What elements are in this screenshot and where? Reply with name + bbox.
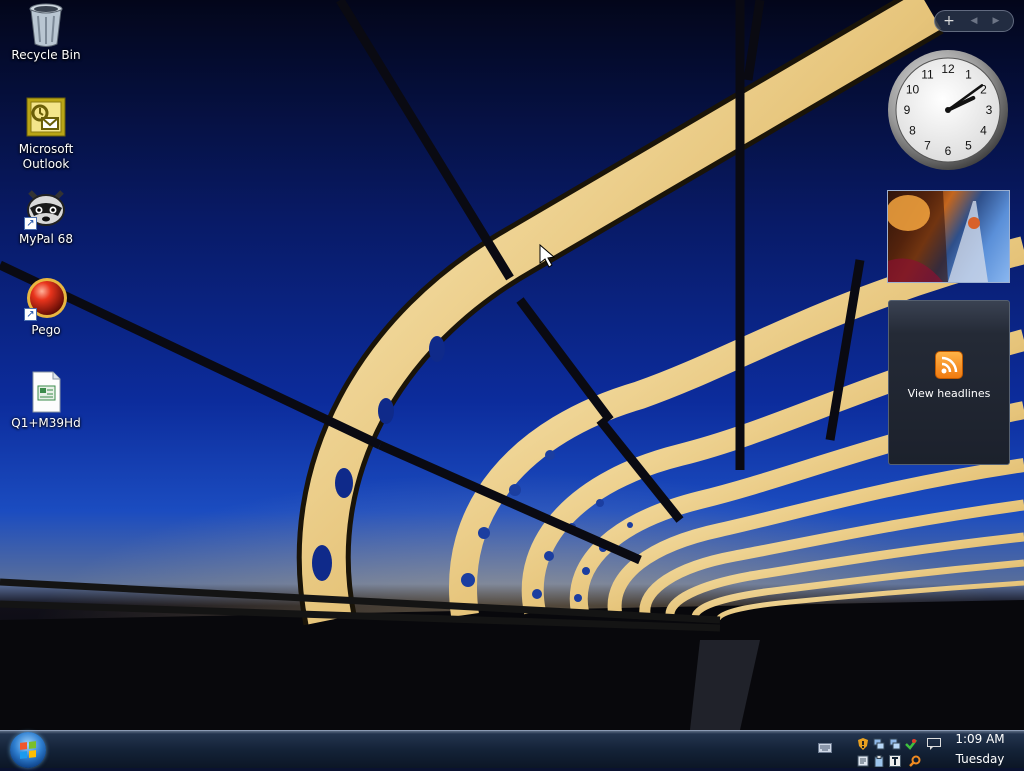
clock-number: 6 [945,144,952,158]
text-icon[interactable] [889,752,901,767]
taskbar: 1:09 AM Tuesday [0,730,1024,768]
desktop-icon-label: Pego [31,323,61,337]
previous-gadgets-button[interactable]: ◀ [963,16,985,26]
desktop-icon-microsoft-outlook[interactable]: Microsoft Outlook [4,96,88,172]
desktop-icon-mypal-68[interactable]: ↗ MyPal 68 [4,186,88,247]
clock-day: Tuesday [955,752,1005,766]
clock-number: 1 [965,68,972,82]
rss-feed-icon [935,351,963,379]
slideshow-gadget[interactable] [887,190,1010,283]
clock-number: 10 [906,83,920,97]
clock-number: 5 [965,139,972,153]
network-icon[interactable] [873,735,885,750]
notes-icon[interactable] [857,752,869,767]
analog-clock-gadget[interactable]: 12 1234567891011 [886,48,1010,172]
shield-warning-icon[interactable] [857,735,869,750]
desktop-icon-pego[interactable]: ↗ Pego [4,277,88,338]
shortcut-arrow-icon: ↗ [24,308,37,321]
desktop-icon-recycle-bin[interactable]: Recycle Bin [4,2,88,63]
clock-number: 4 [980,124,987,138]
clock-number: 8 [909,124,916,138]
desktop-icon-label: MyPal 68 [19,232,73,246]
clock-number: 9 [904,103,911,117]
outlook-icon [24,96,68,140]
clock-time: 1:09 AM [955,732,1005,746]
action-center-icon[interactable] [927,735,941,750]
clock-number: 3 [986,103,993,117]
add-gadget-button[interactable]: + [935,13,963,29]
notification-area [855,733,945,768]
clock-number: 11 [921,68,934,82]
clock-number: 7 [924,139,931,153]
next-gadgets-button[interactable]: ▶ [985,16,1007,26]
search-icon[interactable] [909,752,921,767]
security-check-icon[interactable] [905,735,917,750]
bridge-wallpaper-graphic [0,0,1024,730]
desktop-icon-label: Q1+M39Hd [11,416,81,430]
taskbar-clock[interactable]: 1:09 AM Tuesday [950,731,1010,769]
clock-number: 12 [941,62,955,76]
view-headlines-label: View headlines [907,387,991,400]
desktop-icon-label: Recycle Bin [11,48,81,62]
windows-logo-icon [20,741,36,759]
desktop-wallpaper[interactable]: Recycle Bin Microsoft Outlook ↗ MyPal 68… [0,0,1024,730]
network-icon[interactable] [889,735,901,750]
pego-red-ball-icon: ↗ [24,277,68,321]
keyboard-icon[interactable] [818,743,832,753]
desktop-icon-label: Microsoft Outlook [18,142,74,171]
gadget-controls: + ◀ ▶ [934,10,1014,32]
desktop-icon-q1-m39hd[interactable]: Q1+M39Hd [4,370,88,431]
shortcut-arrow-icon: ↗ [24,217,37,230]
feed-headlines-gadget[interactable]: View headlines [888,300,1010,465]
clipboard-icon[interactable] [873,752,885,768]
recycle-bin-icon [24,2,68,47]
slideshow-photo [888,191,988,282]
mypal-raccoon-icon: ↗ [24,186,68,230]
document-file-icon [24,370,68,414]
start-button[interactable] [10,732,46,768]
